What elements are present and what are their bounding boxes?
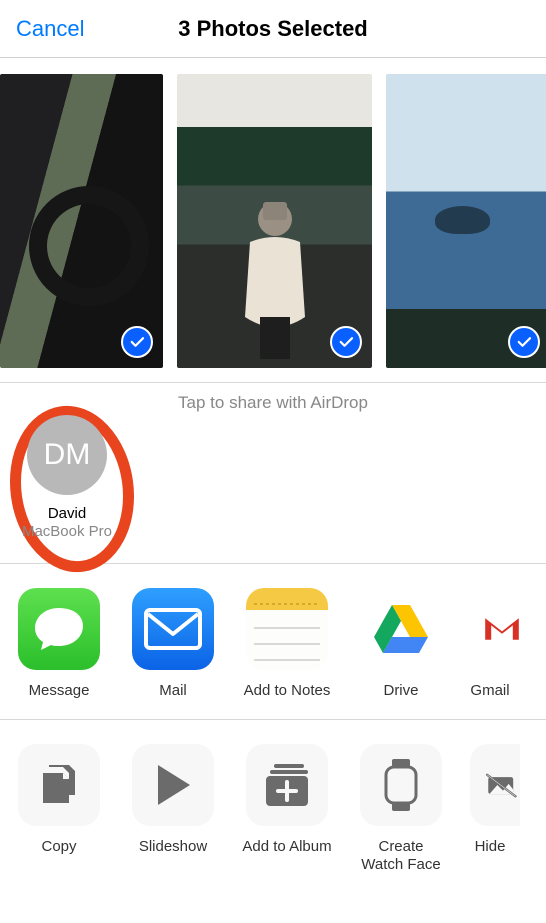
cancel-button[interactable]: Cancel — [16, 16, 84, 42]
app-label: Message — [14, 682, 104, 699]
action-hide[interactable]: Hide — [470, 744, 510, 874]
action-label: Copy — [14, 838, 104, 856]
share-sheet-header: Cancel 3 Photos Selected — [0, 0, 546, 58]
app-mail[interactable]: Mail — [128, 588, 218, 699]
steering-wheel-graphic — [29, 186, 149, 306]
airdrop-targets-row: DM David MacBook Pro — [0, 415, 546, 541]
person-graphic — [230, 197, 320, 359]
message-icon — [18, 588, 100, 670]
mail-icon — [132, 588, 214, 670]
drive-icon — [360, 588, 442, 670]
app-label: Mail — [128, 682, 218, 699]
watch-icon — [360, 744, 442, 826]
selected-photos-row — [0, 58, 546, 383]
airdrop-target-david-macbook[interactable]: DM David MacBook Pro — [12, 415, 122, 541]
photo-thumb-3[interactable] — [386, 74, 546, 368]
hide-icon — [470, 744, 520, 826]
action-label: Hide — [470, 838, 510, 856]
play-icon — [132, 744, 214, 826]
action-slideshow[interactable]: Slideshow — [128, 744, 218, 874]
airdrop-avatar: DM — [27, 415, 107, 495]
action-add-to-album[interactable]: Add to Album — [242, 744, 332, 874]
app-gmail[interactable]: Gmail — [470, 588, 510, 699]
airdrop-target-name: David — [12, 505, 122, 523]
app-drive[interactable]: Drive — [356, 588, 446, 699]
photo-thumb-1[interactable] — [0, 74, 163, 368]
app-notes[interactable]: Add to Notes — [242, 588, 332, 699]
selected-check-icon — [121, 326, 153, 358]
action-copy[interactable]: Copy — [14, 744, 104, 874]
page-title: 3 Photos Selected — [178, 16, 368, 42]
photo-thumb-2[interactable] — [177, 74, 372, 368]
island-graphic — [435, 206, 490, 234]
share-apps-row: Message Mail Add to Notes — [0, 564, 546, 720]
action-label: Add to Album — [242, 838, 332, 856]
airdrop-section: Tap to share with AirDrop DM David MacBo… — [0, 383, 546, 564]
add-album-icon — [246, 744, 328, 826]
app-message[interactable]: Message — [14, 588, 104, 699]
action-create-watch-face[interactable]: Create Watch Face — [356, 744, 446, 874]
gmail-icon — [470, 588, 520, 670]
app-label: Gmail — [470, 682, 510, 699]
action-label: Create Watch Face — [356, 838, 446, 874]
selected-check-icon — [508, 326, 540, 358]
airdrop-target-device: MacBook Pro — [12, 523, 122, 541]
airdrop-hint: Tap to share with AirDrop — [0, 383, 546, 415]
app-label: Add to Notes — [242, 682, 332, 699]
selected-check-icon — [330, 326, 362, 358]
action-label: Slideshow — [128, 838, 218, 856]
notes-icon — [246, 588, 328, 670]
copy-icon — [18, 744, 100, 826]
share-actions-row: Copy Slideshow Add to Album Cr — [0, 720, 546, 874]
app-label: Drive — [356, 682, 446, 699]
